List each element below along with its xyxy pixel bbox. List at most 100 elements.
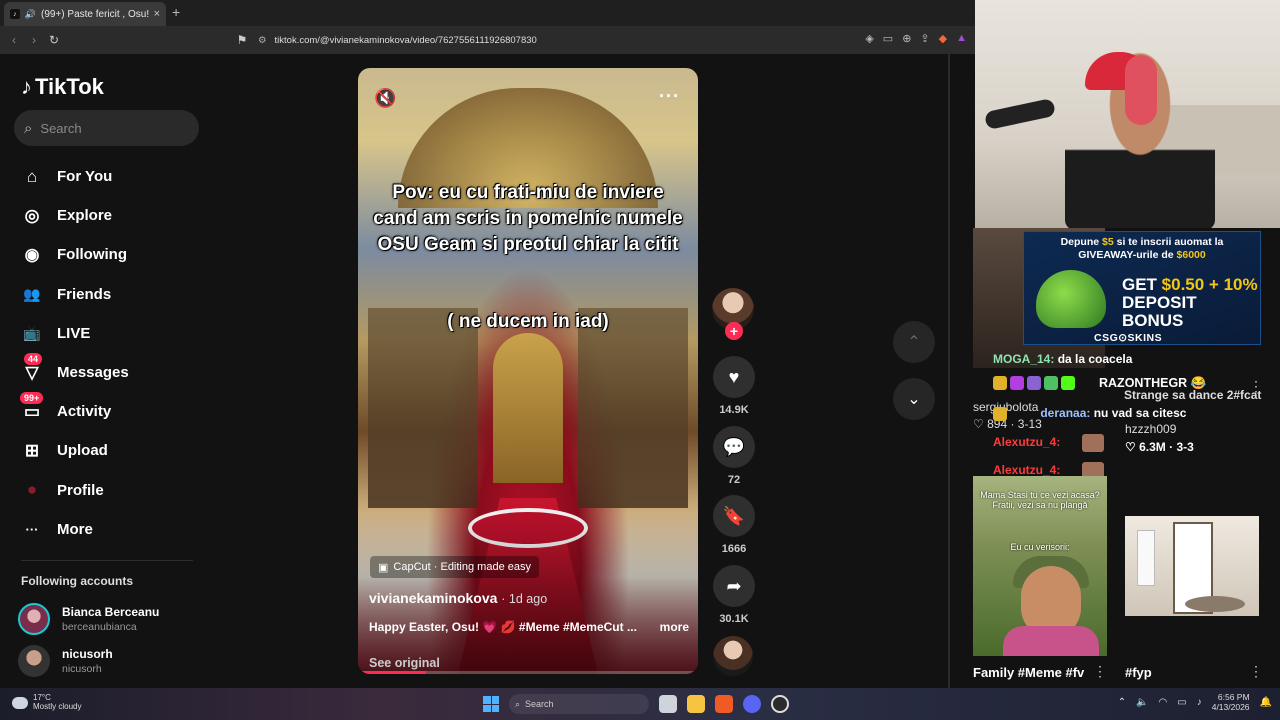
browser-toolbar: ‹ › ↻ ⚑ ⚙ tiktok.com/@vivianekaminokova/… [0, 26, 975, 54]
bookmark-icon[interactable]: ⚑ [232, 33, 252, 47]
speaker-icon[interactable]: 🔈 [1136, 697, 1148, 708]
search-box[interactable]: ⌕ [14, 110, 199, 146]
streamer-webcam [975, 0, 1280, 228]
see-original-link[interactable]: See original [369, 656, 440, 670]
following-account[interactable]: nicusorh nicusorh [18, 645, 113, 677]
sidebar-item-label: Profile [57, 481, 104, 499]
search-input[interactable] [40, 120, 181, 136]
chat-badges [993, 376, 1075, 390]
video-progress[interactable] [358, 671, 698, 674]
video-title[interactable]: #fyp [1125, 665, 1152, 680]
file-explorer-icon[interactable] [687, 695, 705, 713]
video-options-icon[interactable]: ··· [659, 86, 680, 107]
chat-user: Alexutzu_4: [993, 435, 1061, 450]
sidebar-item-messages[interactable]: ▽ 44 Messages [18, 352, 208, 392]
bookmark-icon[interactable]: 🔖 [713, 495, 755, 537]
forward-icon[interactable]: › [24, 33, 44, 47]
speaker-tab-icon[interactable]: 🔊 [25, 9, 36, 20]
new-tab-button[interactable]: + [172, 4, 180, 20]
sidebar-item-live[interactable]: 📺 LIVE [18, 314, 208, 353]
mute-icon[interactable]: 🔇 [374, 88, 396, 109]
windows-start-icon[interactable] [483, 696, 499, 712]
taskbar-search[interactable]: ⌕ Search [509, 694, 649, 714]
sidebar-item-label: Upload [57, 442, 108, 460]
sidebar-item-profile[interactable]: ● Profile [18, 471, 208, 510]
comment-action[interactable]: 💬 72 [710, 426, 758, 486]
task-view-icon[interactable] [659, 695, 677, 713]
save-action[interactable]: 🔖 1666 [710, 495, 758, 555]
date: 3-3 [1176, 440, 1194, 454]
video-title[interactable]: Family #Meme #fv [973, 665, 1084, 680]
taskbar-search-label: Search [525, 699, 554, 709]
video-player[interactable]: 🔇 ··· Pov: eu cu frati-miu de inviere ca… [358, 68, 698, 674]
account-name: nicusorh [62, 647, 113, 661]
music-disc[interactable] [713, 636, 753, 676]
weather-widget[interactable]: 17°C Mostly cloudy [12, 693, 82, 712]
more-options-icon[interactable]: ⋮ [1249, 663, 1263, 680]
site-info-icon[interactable]: ⚙ [258, 35, 267, 46]
previous-video-button[interactable]: ⌃ [893, 321, 935, 363]
ad-text: GIVEAWAY-urile de [1078, 249, 1177, 262]
feed-thumbnail[interactable] [1125, 516, 1259, 616]
sidebar-item-upload[interactable]: ⊞ Upload [18, 431, 208, 470]
heart-icon[interactable]: ♥ [713, 356, 755, 398]
wifi-icon[interactable]: ◠ [1159, 697, 1168, 708]
close-tab-icon[interactable]: × [154, 8, 160, 20]
chevron-up-icon[interactable]: ⌃ [1118, 697, 1126, 708]
next-video-button[interactable]: ⌄ [893, 378, 935, 420]
feed-thumbnail[interactable]: Mama Stasi tu ce vezi acasa? Fratii, vez… [973, 476, 1107, 656]
sidebar-item-explore[interactable]: ◎ Explore [18, 196, 208, 235]
sidebar-item-label: More [57, 520, 93, 538]
emote-icon [1044, 376, 1058, 390]
reader-off-icon[interactable]: ◈ [865, 32, 873, 45]
share-action[interactable]: ➦ 30.1K [710, 565, 758, 625]
like-action[interactable]: ♥ 14.9K [710, 356, 758, 416]
sidebar-item-for-you[interactable]: ⌂ For You [18, 157, 208, 196]
brave-shield-icon[interactable]: ◆ [939, 32, 947, 45]
capcut-tag[interactable]: ▣ CapCut · Editing made easy [370, 556, 539, 578]
sponsor-banner: Depune $5 si te inscrii auomat la GIVEAW… [1023, 231, 1261, 345]
thumbnail-caption: Mama Stasi tu ce vezi acasa? Fratii, vez… [980, 490, 1100, 510]
author-name[interactable]: vivianekaminokova [369, 590, 497, 606]
feed-username[interactable]: hzzzh009 [1125, 422, 1176, 436]
sidebar-item-friends[interactable]: 👥 Friends [18, 275, 208, 314]
brave-rewards-icon[interactable]: ▲ [956, 32, 967, 45]
cast-icon[interactable]: ▭ [883, 32, 893, 45]
comment-icon[interactable]: 💬 [713, 426, 755, 468]
ad-headline: Depune $5 si te inscrii auomat la GIVEAW… [1024, 236, 1260, 262]
sidebar-item-label: For You [57, 168, 113, 186]
chat-line: deranaa: nu vad sa citesc [993, 406, 1186, 421]
sidebar-item-more[interactable]: ··· More [18, 510, 208, 549]
thumb-body [1003, 626, 1099, 656]
share-icon[interactable]: ⇪ [920, 32, 929, 45]
browser-tab[interactable]: ♪ 🔊 (99+) Paste fericit , Osu! 💗 💋 × [4, 2, 166, 26]
brave-icon[interactable] [715, 695, 733, 713]
reload-icon[interactable]: ↻ [44, 33, 64, 47]
clock[interactable]: 6:56 PM 4/13/2026 [1212, 692, 1250, 712]
tiktok-logo[interactable]: ♪ TikTok [21, 74, 104, 100]
more-link[interactable]: more [660, 620, 689, 634]
upload-plus-icon: ⊞ [24, 440, 40, 460]
display-icon[interactable]: ▭ [1177, 697, 1186, 708]
discord-icon[interactable] [743, 695, 761, 713]
volume-icon[interactable]: ♪ [1197, 697, 1202, 708]
back-icon[interactable]: ‹ [4, 33, 24, 47]
search-icon: ⌕ [515, 698, 521, 709]
zoom-icon[interactable]: ⊕ [902, 32, 911, 45]
sidebar-item-activity[interactable]: ▭ 99+ Activity [18, 392, 208, 431]
obs-icon[interactable] [771, 695, 789, 713]
home-icon: ⌂ [26, 166, 38, 186]
share-arrow-icon[interactable]: ➦ [713, 565, 755, 607]
following-avatar-icon: ◉ [24, 244, 40, 264]
emote-icon [1010, 376, 1024, 390]
sidebar-item-following[interactable]: ◉ Following [18, 235, 208, 274]
following-account[interactable]: Bianca Berceanu berceanubianca [18, 603, 159, 635]
notification-icon[interactable]: 🔔 [1260, 697, 1272, 708]
compass-icon: ◎ [24, 205, 40, 225]
follow-plus-icon[interactable]: + [725, 322, 743, 340]
more-options-icon[interactable]: ⋮ [1093, 663, 1107, 680]
weather-text: Mostly cloudy [33, 701, 82, 711]
video-author[interactable]: vivianekaminokova · 1d ago [369, 590, 547, 606]
page-scrollbar[interactable] [948, 54, 950, 688]
live-tv-icon: 📺 [23, 324, 41, 341]
